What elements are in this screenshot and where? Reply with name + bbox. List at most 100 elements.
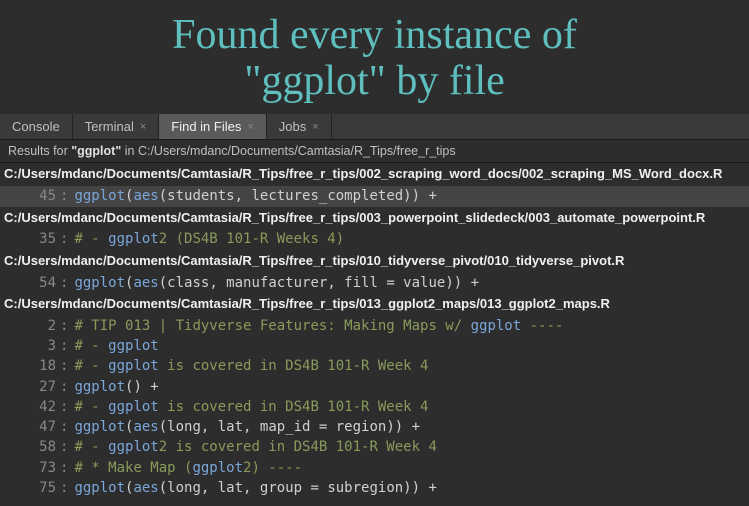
line-number: 54 (4, 273, 60, 293)
line-separator: : (60, 316, 74, 336)
line-separator: : (60, 478, 74, 498)
token-cmt: # - (74, 399, 108, 415)
code-content: # - ggplot is covered in DS4B 101-R Week… (74, 397, 428, 417)
result-line[interactable]: 42:# - ggplot is covered in DS4B 101-R W… (0, 397, 749, 417)
line-separator: : (60, 458, 74, 478)
code-content: ggplot(aes(long, lat, map_id = region)) … (74, 417, 420, 437)
close-icon[interactable]: × (140, 121, 146, 133)
result-line[interactable]: 27:ggplot() + (0, 377, 749, 397)
code-content: # TIP 013 | Tidyverse Features: Making M… (74, 316, 563, 336)
search-results-body: C:/Users/mdanc/Documents/Camtasia/R_Tips… (0, 163, 749, 498)
line-number: 3 (4, 336, 60, 356)
result-line[interactable]: 3:# - ggplot (0, 336, 749, 356)
tab-jobs[interactable]: Jobs × (267, 114, 332, 139)
line-number: 27 (4, 377, 60, 397)
annotation-overlay: Found every instance of "ggplot" by file (0, 0, 749, 114)
token-code: (students, lectures_completed)) + (159, 188, 437, 204)
results-query: "ggplot" (71, 144, 121, 158)
tab-label: Find in Files (171, 119, 241, 134)
code-content: # - ggplot2 (DS4B 101-R Weeks 4) (74, 229, 344, 249)
code-content: ggplot(aes(long, lat, group = subregion)… (74, 478, 436, 498)
token-cmt: is covered in DS4B 101-R Week 4 (159, 358, 429, 374)
token-code: (class, manufacturer, fill = value)) + (159, 275, 479, 291)
token-fn: ggplot (74, 419, 125, 435)
line-number: 45 (4, 186, 60, 206)
line-number: 73 (4, 458, 60, 478)
token-cmt: ---- (521, 318, 563, 334)
token-fn: aes (133, 188, 158, 204)
token-cmt: 2) ---- (243, 460, 302, 476)
result-file-header[interactable]: C:/Users/mdanc/Documents/Camtasia/R_Tips… (0, 293, 749, 316)
token-kw-match: ggplot (471, 318, 522, 334)
line-number: 75 (4, 478, 60, 498)
token-fn: ggplot (74, 379, 125, 395)
token-kw-match: ggplot (108, 358, 159, 374)
result-line[interactable]: 58:# - ggplot2 is covered in DS4B 101-R … (0, 437, 749, 457)
token-code: (long, lat, group = subregion)) + (159, 480, 437, 496)
tab-label: Console (12, 119, 60, 134)
token-cmt: # - (74, 439, 108, 455)
results-prefix: Results for (8, 144, 71, 158)
result-line[interactable]: 35:# - ggplot2 (DS4B 101-R Weeks 4) (0, 229, 749, 249)
token-cmt: # - (74, 338, 108, 354)
line-number: 35 (4, 229, 60, 249)
token-code: () + (125, 379, 159, 395)
token-cmt: # - (74, 358, 108, 374)
token-fn: ggplot (74, 275, 125, 291)
close-icon[interactable]: × (312, 121, 318, 133)
code-content: # - ggplot is covered in DS4B 101-R Week… (74, 356, 428, 376)
token-kw-match: ggplot (108, 338, 159, 354)
line-number: 2 (4, 316, 60, 336)
line-separator: : (60, 336, 74, 356)
code-content: ggplot() + (74, 377, 158, 397)
result-line[interactable]: 2:# TIP 013 | Tidyverse Features: Making… (0, 316, 749, 336)
result-line[interactable]: 54:ggplot(aes(class, manufacturer, fill … (0, 273, 749, 293)
line-separator: : (60, 397, 74, 417)
token-fn: aes (133, 275, 158, 291)
result-file-header[interactable]: C:/Users/mdanc/Documents/Camtasia/R_Tips… (0, 163, 749, 186)
result-line[interactable]: 47:ggplot(aes(long, lat, map_id = region… (0, 417, 749, 437)
token-fn: ggplot (74, 188, 125, 204)
tab-label: Terminal (85, 119, 134, 134)
token-fn: ggplot (74, 480, 125, 496)
result-file-header[interactable]: C:/Users/mdanc/Documents/Camtasia/R_Tips… (0, 207, 749, 230)
line-separator: : (60, 377, 74, 397)
result-line[interactable]: 18:# - ggplot is covered in DS4B 101-R W… (0, 356, 749, 376)
line-separator: : (60, 437, 74, 457)
token-cmt: 2 (DS4B 101-R Weeks 4) (159, 231, 344, 247)
code-content: # - ggplot (74, 336, 158, 356)
token-cmt: # - (74, 231, 108, 247)
line-number: 58 (4, 437, 60, 457)
line-separator: : (60, 186, 74, 206)
result-line[interactable]: 75:ggplot(aes(long, lat, group = subregi… (0, 478, 749, 498)
line-number: 47 (4, 417, 60, 437)
token-kw-match: ggplot (108, 439, 159, 455)
panel-tabs: Console Terminal × Find in Files × Jobs × (0, 114, 749, 140)
code-content: ggplot(aes(class, manufacturer, fill = v… (74, 273, 479, 293)
line-separator: : (60, 229, 74, 249)
tab-terminal[interactable]: Terminal × (73, 114, 160, 139)
token-cmt: # TIP 013 | Tidyverse Features: Making M… (74, 318, 470, 334)
line-separator: : (60, 273, 74, 293)
search-results-summary: Results for "ggplot" in C:/Users/mdanc/D… (0, 140, 749, 163)
code-content: # - ggplot2 is covered in DS4B 101-R Wee… (74, 437, 436, 457)
result-line[interactable]: 73:# * Make Map (ggplot2) ---- (0, 458, 749, 478)
token-cmt: is covered in DS4B 101-R Week 4 (159, 399, 429, 415)
tab-find-in-files[interactable]: Find in Files × (159, 114, 267, 139)
close-icon[interactable]: × (247, 121, 253, 133)
token-fn: aes (133, 480, 158, 496)
result-file-header[interactable]: C:/Users/mdanc/Documents/Camtasia/R_Tips… (0, 250, 749, 273)
annotation-line2: "ggplot" by file (0, 58, 749, 104)
token-cmt: # * Make Map ( (74, 460, 192, 476)
tab-label: Jobs (279, 119, 306, 134)
token-code: (long, lat, map_id = region)) + (159, 419, 420, 435)
tab-console[interactable]: Console (0, 114, 73, 139)
token-kw-match: ggplot (108, 231, 159, 247)
line-number: 42 (4, 397, 60, 417)
token-cmt: 2 is covered in DS4B 101-R Week 4 (159, 439, 437, 455)
line-separator: : (60, 417, 74, 437)
results-path: C:/Users/mdanc/Documents/Camtasia/R_Tips… (138, 144, 456, 158)
results-in: in (121, 144, 138, 158)
code-content: # * Make Map (ggplot2) ---- (74, 458, 302, 478)
result-line[interactable]: 45:ggplot(aes(students, lectures_complet… (0, 186, 749, 206)
